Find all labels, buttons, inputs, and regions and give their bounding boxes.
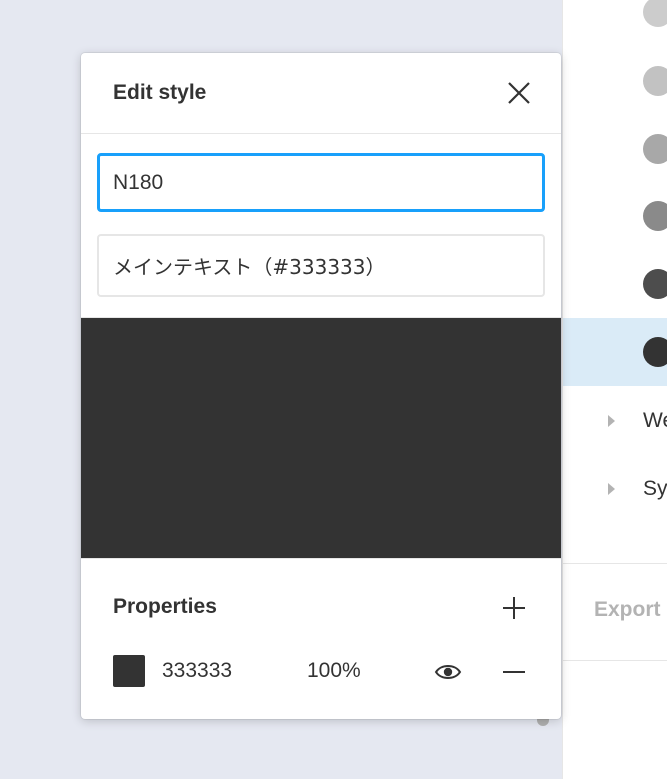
style-group-row[interactable]: We	[563, 401, 667, 441]
toggle-visibility-button[interactable]	[433, 657, 463, 687]
fill-opacity-value[interactable]: 100%	[307, 659, 361, 683]
properties-heading: Properties	[113, 595, 217, 618]
style-group-row[interactable]: Sy	[563, 469, 667, 509]
styles-side-panel: We Sy Export	[562, 0, 667, 779]
color-swatch	[643, 269, 667, 299]
style-description-input[interactable]	[97, 234, 545, 297]
color-swatch	[643, 66, 667, 96]
dialog-title: Edit style	[113, 81, 207, 104]
edit-style-dialog: Edit style Properties 333333 100%	[81, 53, 561, 719]
style-row[interactable]	[563, 0, 667, 46]
color-swatch	[643, 134, 667, 164]
style-row[interactable]	[563, 46, 667, 114]
caret-right-icon[interactable]	[608, 415, 615, 427]
group-label: Sy	[643, 477, 667, 500]
style-row[interactable]	[563, 114, 667, 182]
eye-icon	[434, 665, 462, 679]
close-button[interactable]	[501, 75, 537, 111]
style-row-selected[interactable]	[563, 318, 667, 386]
minus-icon	[503, 671, 525, 673]
group-label: We	[643, 409, 667, 432]
divider	[563, 660, 667, 661]
fill-color-swatch[interactable]	[113, 655, 145, 687]
style-row[interactable]	[563, 182, 667, 250]
style-row[interactable]	[563, 250, 667, 318]
plus-icon	[503, 597, 525, 619]
color-swatch	[643, 201, 667, 231]
color-swatch	[643, 337, 667, 367]
color-preview	[81, 317, 561, 559]
close-icon	[508, 82, 530, 104]
export-section-label[interactable]: Export	[594, 598, 661, 622]
remove-property-button[interactable]	[499, 657, 529, 687]
add-property-button[interactable]	[499, 593, 529, 623]
color-swatch	[643, 0, 667, 27]
fill-hex-value[interactable]: 333333	[162, 659, 232, 683]
caret-right-icon[interactable]	[608, 483, 615, 495]
divider	[563, 563, 667, 564]
style-name-input[interactable]	[97, 153, 545, 212]
dialog-header: Edit style	[81, 53, 561, 134]
